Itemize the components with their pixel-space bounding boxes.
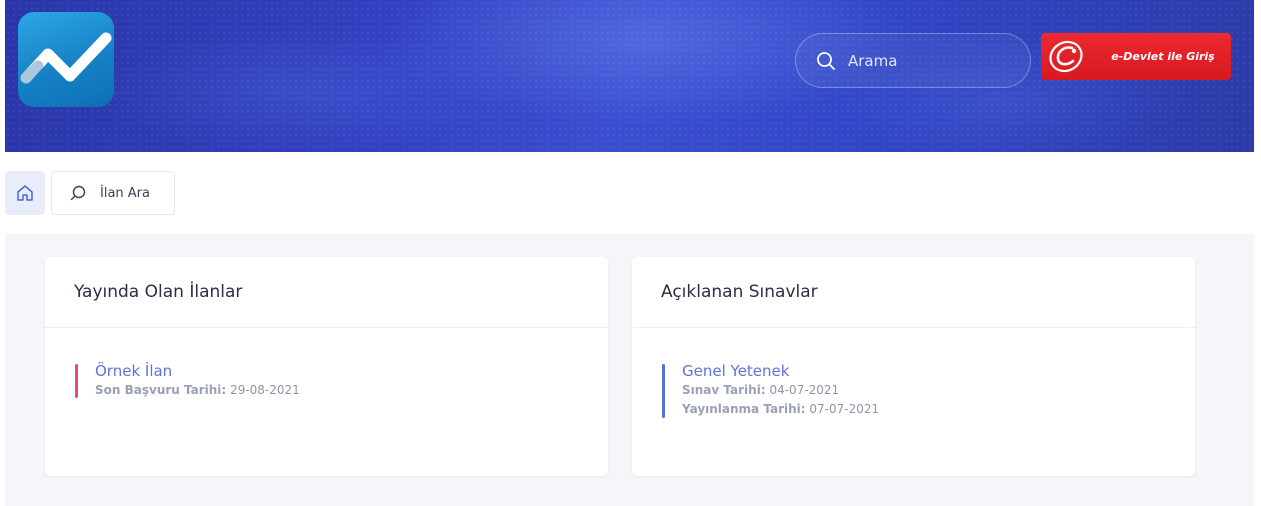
publish-date-label: Yayınlanma Tarihi: (682, 402, 806, 416)
logo[interactable] (18, 12, 114, 107)
search-icon (817, 51, 835, 70)
deadline-value: 29-08-2021 (230, 383, 300, 397)
search-icon (70, 185, 86, 201)
active-listings-title: Yayında Olan İlanlar (45, 257, 608, 328)
breadcrumb: İlan Ara (5, 171, 175, 215)
publish-date-value: 07-07-2021 (809, 402, 880, 416)
search-input[interactable] (848, 51, 1008, 70)
edevlet-emblem-icon (1049, 40, 1083, 73)
announced-exams-card: Açıklanan Sınavlar Genel Yetenek Sınav T… (632, 257, 1195, 476)
main-content: Yayında Olan İlanlar Örnek İlan Son Başv… (5, 234, 1254, 506)
logo-wave-icon (20, 32, 112, 84)
edevlet-login-label: e-Devlet ile Giriş (1111, 50, 1215, 63)
header-banner: e-Devlet ile Giriş (5, 0, 1254, 152)
exam-date-value: 04-07-2021 (769, 383, 840, 397)
exam-date: Sınav Tarihi: 04-07-2021 (682, 381, 1195, 400)
search-box[interactable] (795, 33, 1031, 88)
accent-bar (75, 364, 78, 398)
deadline-label: Son Başvuru Tarihi: (95, 383, 227, 397)
home-button[interactable] (5, 171, 45, 215)
edevlet-login-button[interactable]: e-Devlet ile Giriş (1041, 33, 1231, 80)
tab-listing-search-label: İlan Ara (100, 185, 150, 201)
publish-date: Yayınlanma Tarihi: 07-07-2021 (682, 400, 1195, 419)
active-listings-card: Yayında Olan İlanlar Örnek İlan Son Başv… (45, 257, 608, 476)
home-icon (17, 185, 33, 201)
listing-title-link[interactable]: Örnek İlan (95, 361, 608, 381)
list-item: Örnek İlan Son Başvuru Tarihi: 29-08-202… (75, 361, 608, 400)
exam-title-link[interactable]: Genel Yetenek (682, 361, 1195, 381)
exam-date-label: Sınav Tarihi: (682, 383, 766, 397)
listing-deadline: Son Başvuru Tarihi: 29-08-2021 (95, 381, 608, 400)
accent-bar (662, 364, 665, 418)
list-item: Genel Yetenek Sınav Tarihi: 04-07-2021 Y… (662, 361, 1195, 419)
announced-exams-title: Açıklanan Sınavlar (632, 257, 1195, 328)
tab-listing-search[interactable]: İlan Ara (51, 171, 175, 215)
